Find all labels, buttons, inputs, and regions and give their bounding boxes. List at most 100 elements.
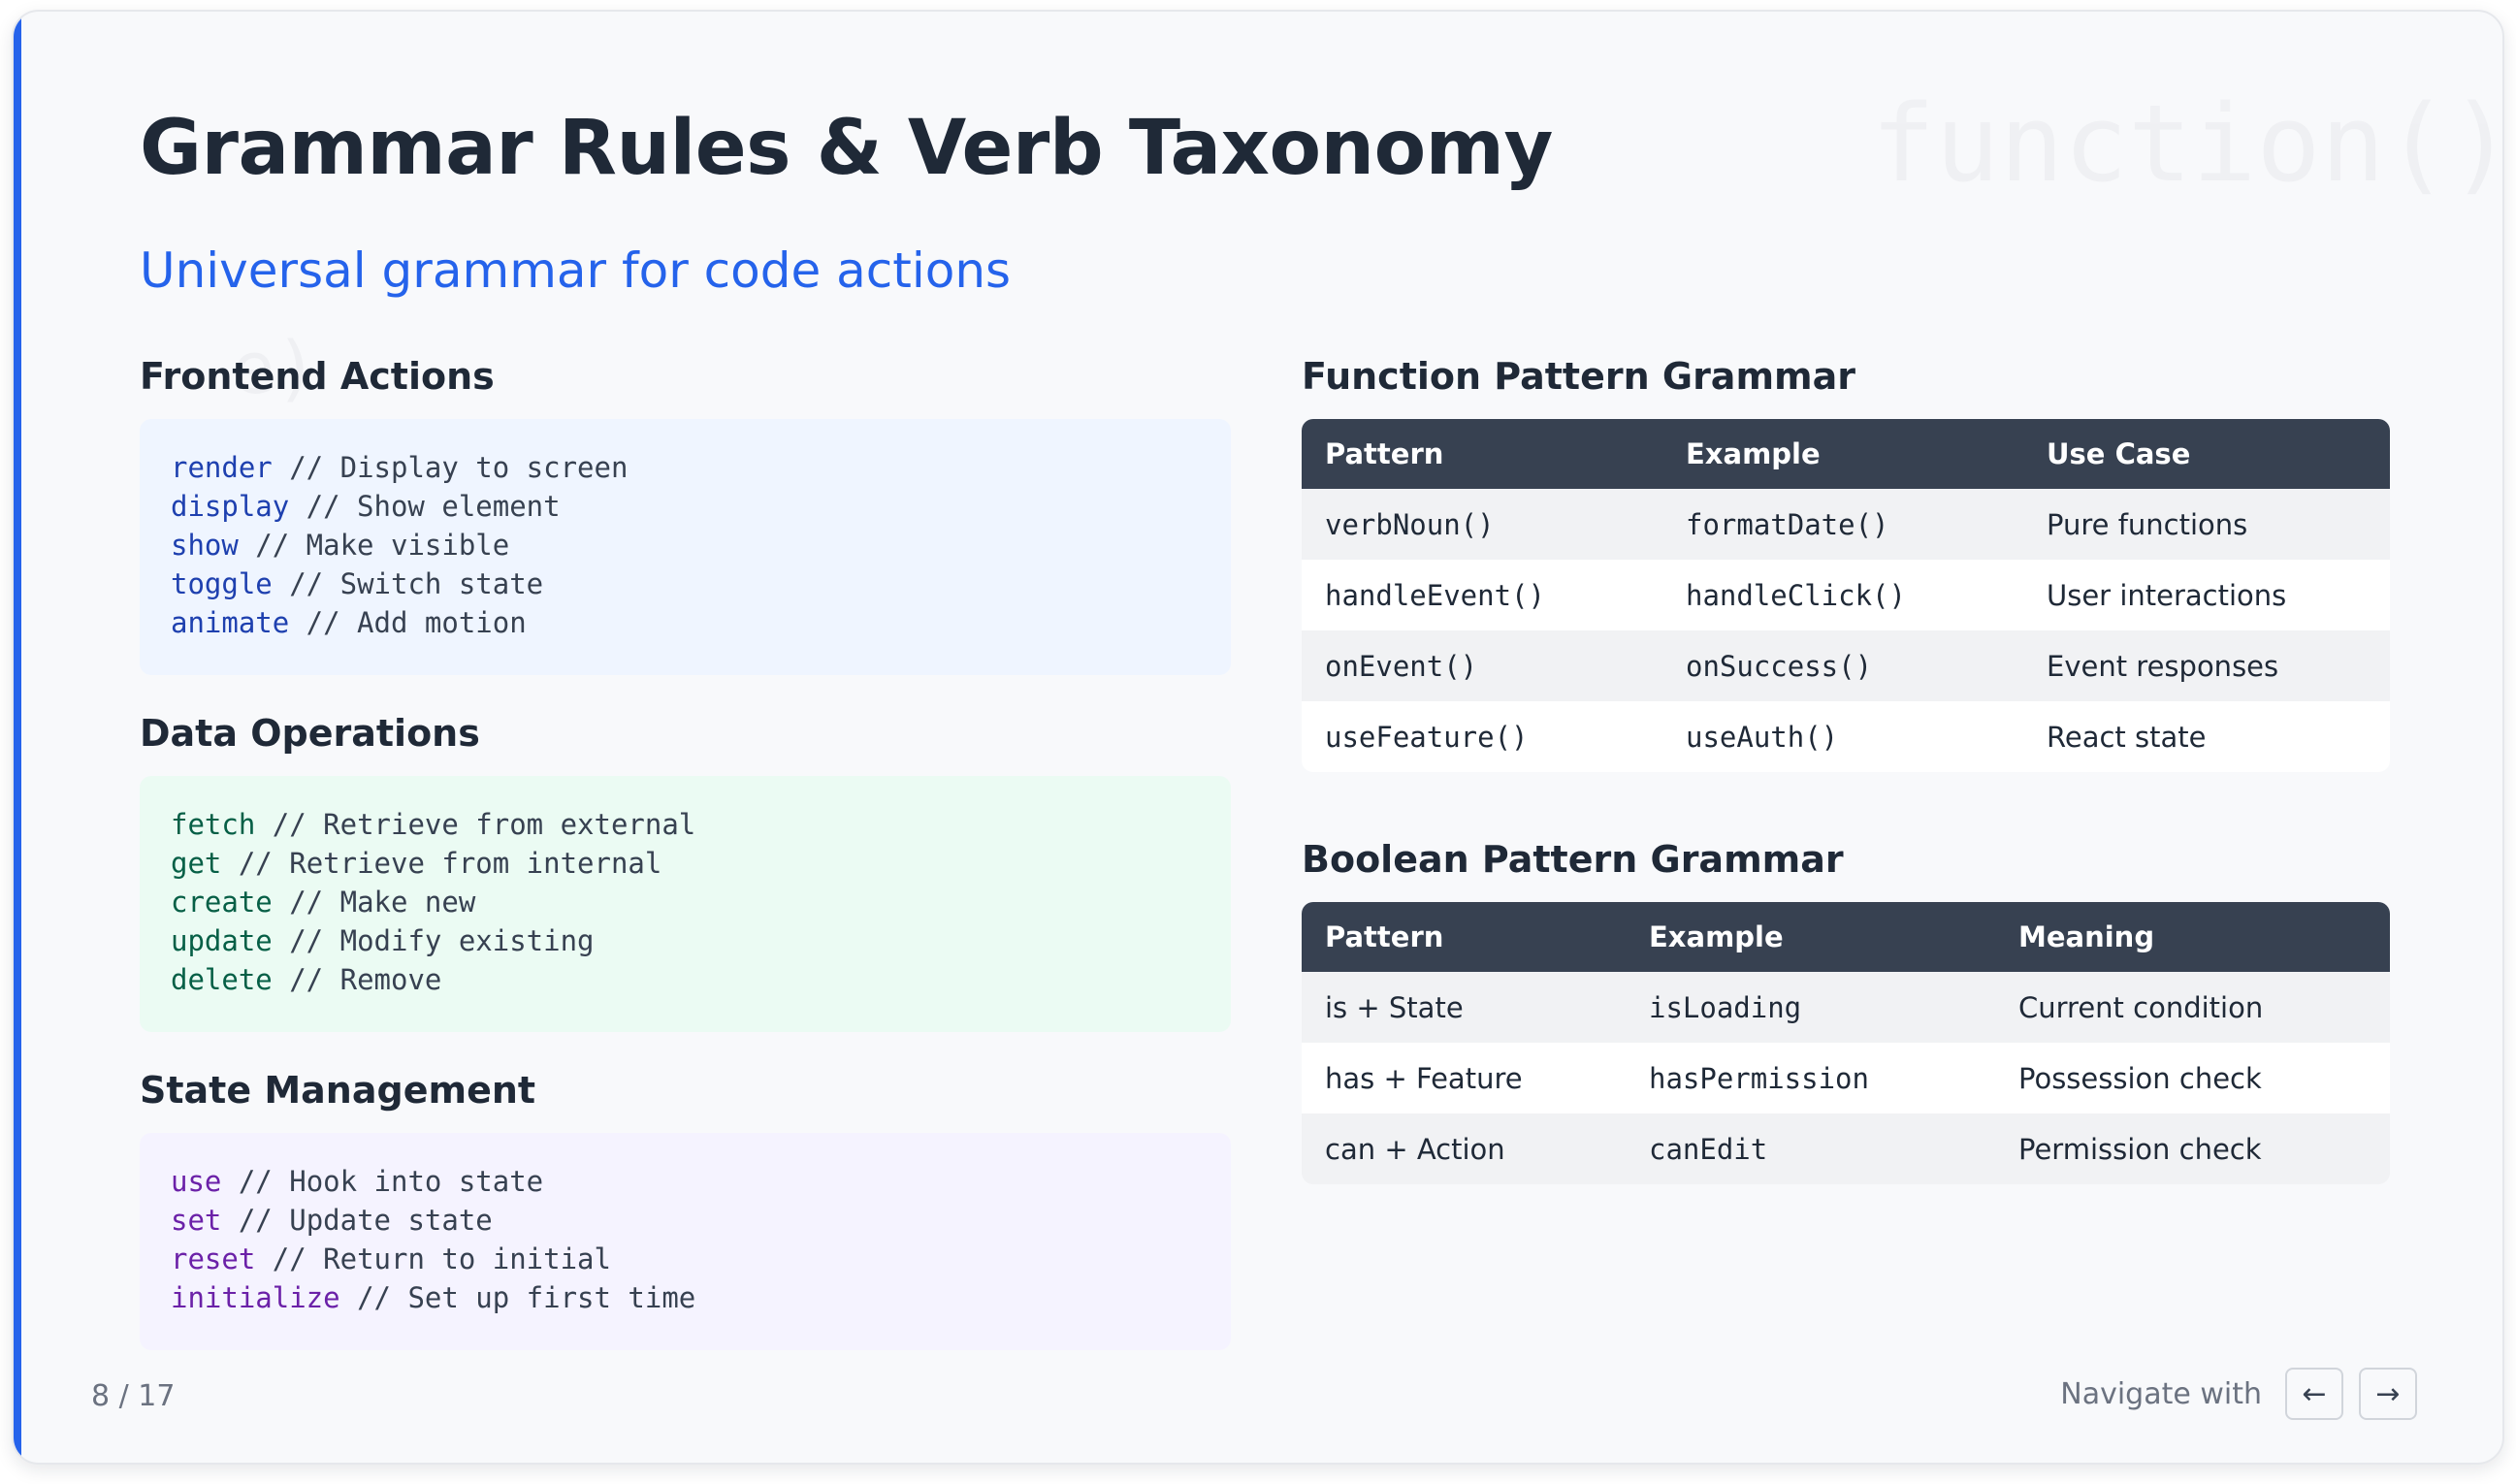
previous-slide-button[interactable]: ←	[2285, 1368, 2343, 1420]
table-row: handleEvent() handleClick() User interac…	[1302, 560, 2390, 630]
pattern-cell: handleEvent()	[1302, 560, 1662, 630]
column-header-pattern: Pattern	[1302, 902, 1626, 972]
code-keyword: initialize	[171, 1281, 340, 1314]
use-case-cell: Event responses	[2023, 630, 2390, 701]
table-row: verbNoun() formatDate() Pure functions	[1302, 489, 2390, 560]
pattern-cell: useFeature()	[1302, 701, 1662, 772]
example-cell: hasPermission	[1626, 1043, 1995, 1113]
example-cell: handleClick()	[1662, 560, 2023, 630]
code-comment: // Make new	[272, 886, 476, 919]
state-management-heading: State Management	[140, 1069, 536, 1112]
function-pattern-heading: Function Pattern Grammar	[1302, 355, 1856, 398]
code-comment: // Modify existing	[272, 924, 595, 957]
navigate-label: Navigate with	[2060, 1376, 2262, 1411]
code-line: animate // Add motion	[171, 603, 1200, 642]
use-case-cell: Pure functions	[2023, 489, 2390, 560]
example-cell: canEdit	[1626, 1113, 1995, 1184]
table-row: has + Feature hasPermission Possession c…	[1302, 1043, 2390, 1113]
code-comment: // Display to screen	[272, 451, 629, 484]
table-header-row: Pattern Example Use Case	[1302, 419, 2390, 489]
code-comment: // Return to initial	[255, 1242, 611, 1275]
function-pattern-table: Pattern Example Use Case verbNoun() form…	[1302, 419, 2390, 772]
code-comment: // Retrieve from internal	[221, 847, 662, 880]
code-keyword: render	[171, 451, 273, 484]
slide-title: Grammar Rules & Verb Taxonomy	[140, 105, 1553, 192]
example-cell: formatDate()	[1662, 489, 2023, 560]
column-header-use-case: Use Case	[2023, 419, 2390, 489]
code-keyword: use	[171, 1165, 222, 1198]
pattern-cell: is + State	[1302, 972, 1626, 1043]
code-line: set // Update state	[171, 1201, 1200, 1240]
code-line: get // Retrieve from internal	[171, 844, 1200, 883]
code-keyword: create	[171, 886, 273, 919]
table-row: onEvent() onSuccess() Event responses	[1302, 630, 2390, 701]
code-line: render // Display to screen	[171, 448, 1200, 487]
code-keyword: show	[171, 529, 239, 562]
table-row: can + Action canEdit Permission check	[1302, 1113, 2390, 1184]
table-row: is + State isLoading Current condition	[1302, 972, 2390, 1043]
example-cell: useAuth()	[1662, 701, 2023, 772]
code-keyword: fetch	[171, 808, 256, 841]
code-line: fetch // Retrieve from external	[171, 805, 1200, 844]
meaning-cell: Permission check	[1995, 1113, 2390, 1184]
table-header-row: Pattern Example Meaning	[1302, 902, 2390, 972]
code-keyword: get	[171, 847, 222, 880]
navigation-controls: Navigate with ← →	[2060, 1368, 2417, 1420]
code-line: display // Show element	[171, 487, 1200, 526]
meaning-cell: Possession check	[1995, 1043, 2390, 1113]
data-operations-code: fetch // Retrieve from external get // R…	[140, 776, 1231, 1032]
accent-bar	[14, 12, 21, 1463]
code-keyword: toggle	[171, 567, 273, 600]
frontend-actions-code: render // Display to screen display // S…	[140, 419, 1231, 675]
code-comment: // Show element	[289, 490, 561, 523]
code-comment: // Add motion	[289, 606, 527, 639]
code-line: show // Make visible	[171, 526, 1200, 565]
data-operations-heading: Data Operations	[140, 712, 480, 755]
code-comment: // Retrieve from external	[255, 808, 696, 841]
example-cell: onSuccess()	[1662, 630, 2023, 701]
code-keyword: animate	[171, 606, 290, 639]
arrow-right-icon: →	[2375, 1376, 2401, 1411]
pattern-cell: can + Action	[1302, 1113, 1626, 1184]
code-comment: // Set up first time	[339, 1281, 696, 1314]
code-comment: // Remove	[272, 963, 442, 996]
right-column: Function Pattern Grammar Pattern Example…	[1302, 351, 2390, 1184]
code-keyword: set	[171, 1204, 222, 1237]
frontend-actions-heading: Frontend Actions	[140, 355, 495, 398]
pattern-cell: onEvent()	[1302, 630, 1662, 701]
column-header-meaning: Meaning	[1995, 902, 2390, 972]
pattern-cell: verbNoun()	[1302, 489, 1662, 560]
watermark-function: function()	[1871, 81, 2504, 206]
code-keyword: update	[171, 924, 273, 957]
code-line: reset // Return to initial	[171, 1240, 1200, 1278]
left-column: Frontend Actions render // Display to sc…	[140, 351, 1231, 1350]
code-keyword: delete	[171, 963, 273, 996]
code-comment: // Hook into state	[221, 1165, 544, 1198]
code-line: use // Hook into state	[171, 1162, 1200, 1201]
page-counter: 8 / 17	[91, 1379, 176, 1413]
use-case-cell: User interactions	[2023, 560, 2390, 630]
pattern-cell: has + Feature	[1302, 1043, 1626, 1113]
slide-subtitle: Universal grammar for code actions	[140, 242, 1012, 299]
column-header-pattern: Pattern	[1302, 419, 1662, 489]
code-keyword: reset	[171, 1242, 256, 1275]
slide: function() e) Grammar Rules & Verb Taxon…	[12, 10, 2504, 1465]
code-keyword: display	[171, 490, 290, 523]
state-management-code: use // Hook into state set // Update sta…	[140, 1133, 1231, 1350]
use-case-cell: React state	[2023, 701, 2390, 772]
code-line: update // Modify existing	[171, 921, 1200, 960]
meaning-cell: Current condition	[1995, 972, 2390, 1043]
arrow-left-icon: ←	[2302, 1376, 2327, 1411]
code-line: delete // Remove	[171, 960, 1200, 999]
column-header-example: Example	[1626, 902, 1995, 972]
next-slide-button[interactable]: →	[2359, 1368, 2417, 1420]
code-comment: // Update state	[221, 1204, 493, 1237]
boolean-pattern-heading: Boolean Pattern Grammar	[1302, 838, 1844, 881]
column-header-example: Example	[1662, 419, 2023, 489]
code-comment: // Make visible	[238, 529, 510, 562]
boolean-pattern-table: Pattern Example Meaning is + State isLoa…	[1302, 902, 2390, 1184]
code-line: create // Make new	[171, 883, 1200, 921]
code-line: toggle // Switch state	[171, 565, 1200, 603]
table-row: useFeature() useAuth() React state	[1302, 701, 2390, 772]
code-line: initialize // Set up first time	[171, 1278, 1200, 1317]
